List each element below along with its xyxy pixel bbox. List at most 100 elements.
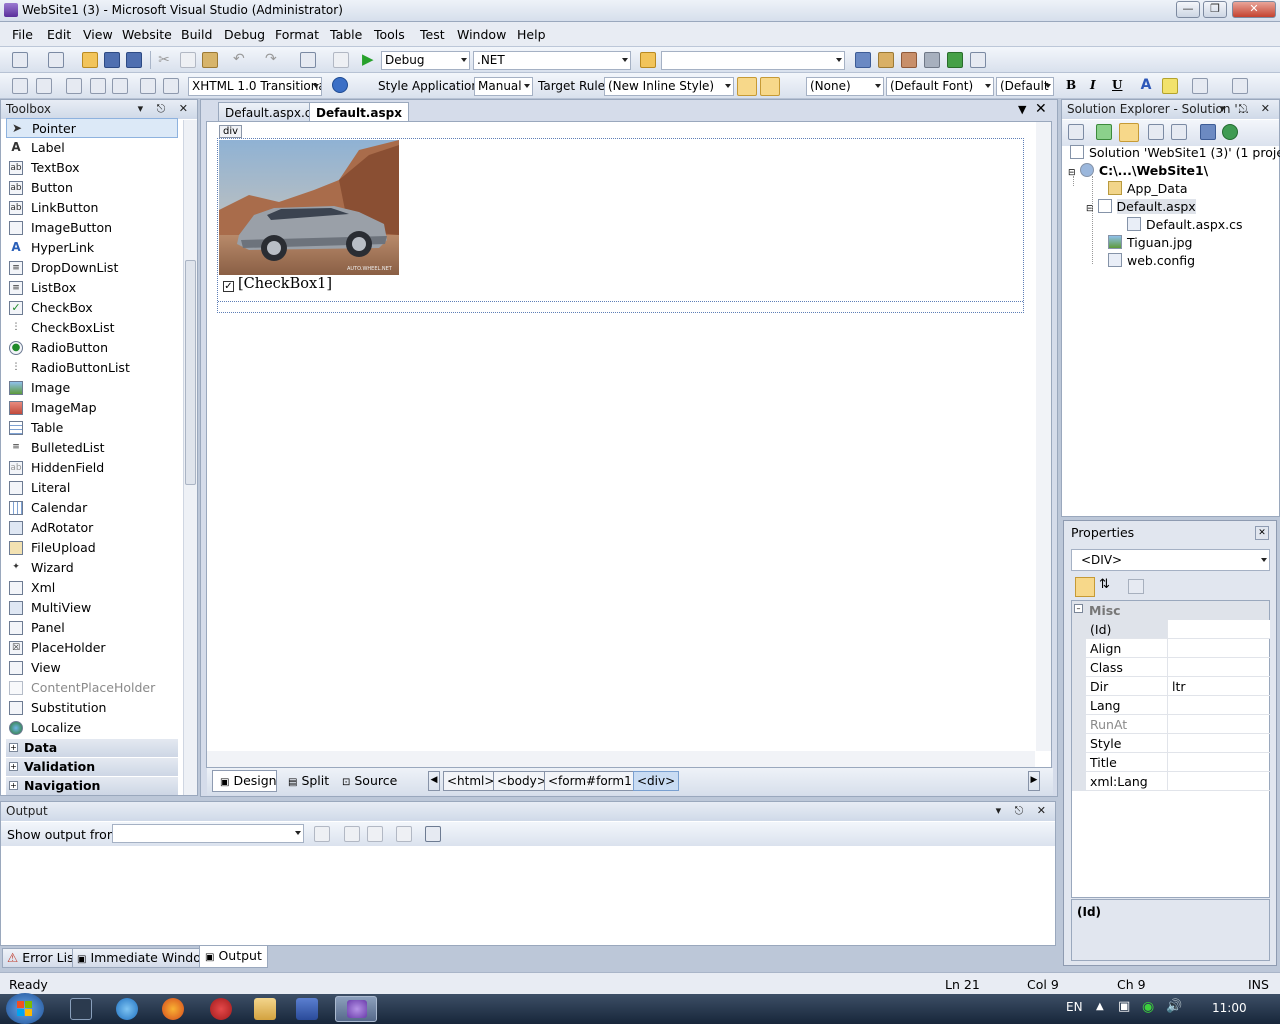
find-combo[interactable] xyxy=(661,51,845,70)
refresh-icon[interactable] xyxy=(1096,124,1112,140)
breadcrumb-left-arrow[interactable]: ◀ xyxy=(428,771,440,791)
menu-website[interactable]: Website xyxy=(122,27,172,42)
cut-icon[interactable]: ✂ xyxy=(156,52,172,68)
previous-message-icon[interactable] xyxy=(344,826,360,842)
menu-debug[interactable]: Debug xyxy=(224,27,265,42)
save-icon[interactable] xyxy=(104,52,120,68)
toolbox-item-radiobuttonlist[interactable]: ⋮ RadioButtonList xyxy=(6,358,178,378)
find-message-icon[interactable] xyxy=(314,826,330,842)
toolbox-item-panel[interactable]: Panel xyxy=(6,618,178,638)
menu-view[interactable]: View xyxy=(83,27,113,42)
highlight-icon[interactable] xyxy=(1162,78,1178,94)
menu-help[interactable]: Help xyxy=(517,27,546,42)
toolbox-item-xml[interactable]: Xml xyxy=(6,578,178,598)
view-tab-source[interactable]: ⊡ Source xyxy=(342,773,397,788)
properties-window-icon[interactable] xyxy=(878,52,894,68)
toolbox-item-view[interactable]: View xyxy=(6,658,178,678)
doctype-select[interactable]: XHTML 1.0 Transitional xyxy=(188,77,322,96)
paste-icon[interactable] xyxy=(202,52,218,68)
tree-default-aspx[interactable]: ⊟ Default.aspx xyxy=(1086,199,1196,214)
view-code-icon[interactable] xyxy=(1148,124,1164,140)
toolbox-item-linkbutton[interactable]: ab LinkButton xyxy=(6,198,178,218)
font-select[interactable]: (Default Font) xyxy=(886,77,994,96)
toolbox-item-wizard[interactable]: ✦ Wizard xyxy=(6,558,178,578)
style-select[interactable]: (None) xyxy=(806,77,884,96)
property-category[interactable]: – Misc xyxy=(1072,601,1269,620)
toolbox-item-radiobutton[interactable]: ● RadioButton xyxy=(6,338,178,358)
tree-web-config[interactable]: web.config xyxy=(1108,253,1195,268)
redo-icon[interactable]: ↷ xyxy=(265,51,281,67)
find-in-files-icon[interactable] xyxy=(640,52,656,68)
view-tab-design[interactable]: ▣ Design xyxy=(220,773,277,788)
property-row-class[interactable]: Class xyxy=(1086,658,1270,677)
tab-dropdown-icon[interactable]: ▼ xyxy=(1018,103,1026,116)
alphabetical-icon[interactable]: ⇅ xyxy=(1099,577,1110,592)
open-folder-icon[interactable] xyxy=(82,52,98,68)
network-icon[interactable]: ▣ xyxy=(1118,999,1130,1014)
menu-window[interactable]: Window xyxy=(457,27,506,42)
view-designer-icon[interactable] xyxy=(1171,124,1187,140)
undo-icon[interactable]: ↶ xyxy=(233,51,249,67)
start-button[interactable] xyxy=(6,993,44,1024)
breadcrumb-div[interactable]: <div> xyxy=(633,771,680,791)
start-page-icon[interactable] xyxy=(947,52,963,68)
minimize-button[interactable]: — xyxy=(1176,1,1200,18)
collapse-icon[interactable]: – xyxy=(1074,604,1083,613)
categorized-icon[interactable] xyxy=(1075,577,1095,597)
justify-icon[interactable] xyxy=(1192,78,1208,94)
copy-website-icon[interactable] xyxy=(1200,124,1216,140)
copy-icon[interactable] xyxy=(180,52,196,68)
asp-net-configuration-icon[interactable] xyxy=(1222,124,1238,140)
font-color-icon[interactable]: A xyxy=(1138,77,1154,93)
target-rule-select[interactable]: (New Inline Style) xyxy=(604,77,734,96)
opera-icon[interactable] xyxy=(210,998,232,1020)
bold-button[interactable]: B xyxy=(1066,78,1076,92)
word-icon[interactable] xyxy=(296,998,318,1020)
apply-style-icon[interactable] xyxy=(737,77,757,96)
show-hidden-icons[interactable]: ▲ xyxy=(1096,1001,1104,1012)
property-row-style[interactable]: Style xyxy=(1086,734,1270,753)
increase-indent-icon[interactable] xyxy=(112,78,128,94)
breadcrumb-body[interactable]: <body> xyxy=(493,771,551,791)
properties-object-select[interactable]: <DIV> xyxy=(1071,549,1270,571)
toolbox-item-label-control[interactable]: A Label xyxy=(6,138,178,158)
solution-configuration-select[interactable]: Debug xyxy=(381,51,470,70)
clock[interactable]: 11:00 xyxy=(1212,1001,1247,1015)
clear-all-icon[interactable] xyxy=(396,826,412,842)
nest-related-files-icon[interactable] xyxy=(1119,123,1139,142)
toolbox-item-checkbox[interactable]: ✓ CheckBox xyxy=(6,298,178,318)
menu-build[interactable]: Build xyxy=(181,27,212,42)
property-row-xml-lang[interactable]: xml:Lang xyxy=(1086,772,1270,791)
toolbox-item-table[interactable]: Table xyxy=(6,418,178,438)
tree-solution[interactable]: Solution 'WebSite1 (3)' (1 project) xyxy=(1070,145,1280,160)
solution-platform-select[interactable]: .NET xyxy=(473,51,631,70)
navigate-forward-icon[interactable] xyxy=(333,52,349,68)
toolbox-item-calendar[interactable]: Calendar xyxy=(6,498,178,518)
next-message-icon[interactable] xyxy=(367,826,383,842)
breadcrumb-html[interactable]: <html> xyxy=(443,771,499,791)
toolbox-group-data[interactable]: + Data xyxy=(6,739,178,757)
command-window-icon[interactable] xyxy=(970,52,986,68)
property-row-dir[interactable]: Dir ltr xyxy=(1086,677,1270,696)
close-window-button[interactable]: ✕ xyxy=(1232,1,1276,18)
toolbox-item-placeholder[interactable]: ☒ PlaceHolder xyxy=(6,638,178,658)
tree-tiguan-jpg[interactable]: Tiguan.jpg xyxy=(1108,235,1192,250)
reuse-style-icon[interactable] xyxy=(760,77,780,96)
toolbox-item-adrotator[interactable]: AdRotator xyxy=(6,518,178,538)
navigate-backward-icon[interactable] xyxy=(300,52,316,68)
menu-test[interactable]: Test xyxy=(420,27,445,42)
security-icon[interactable]: ◉ xyxy=(1142,999,1154,1015)
format-icon[interactable] xyxy=(163,78,179,94)
tree-project[interactable]: ⊟ C:\...\WebSite1\ xyxy=(1068,163,1208,178)
toolbox-scrollbar[interactable] xyxy=(183,120,197,795)
tree-default-aspx-cs[interactable]: Default.aspx.cs xyxy=(1127,217,1243,232)
bulleted-list-icon[interactable] xyxy=(1232,78,1248,94)
close-tab-icon[interactable]: ✕ xyxy=(1035,101,1047,117)
language-indicator[interactable]: EN xyxy=(1066,1000,1083,1014)
toolbox-item-dropdownlist[interactable]: ≡ DropDownList xyxy=(6,258,178,278)
pane-buttons[interactable]: ▾ ⎋ ✕ xyxy=(138,102,193,116)
toolbox-item-imagebutton[interactable]: ImageButton xyxy=(6,218,178,238)
toolbox-icon[interactable] xyxy=(924,52,940,68)
toolbox-item-multiview[interactable]: MultiView xyxy=(6,598,178,618)
tiguan-image[interactable]: AUTO.WHEEL.NET xyxy=(219,140,399,275)
